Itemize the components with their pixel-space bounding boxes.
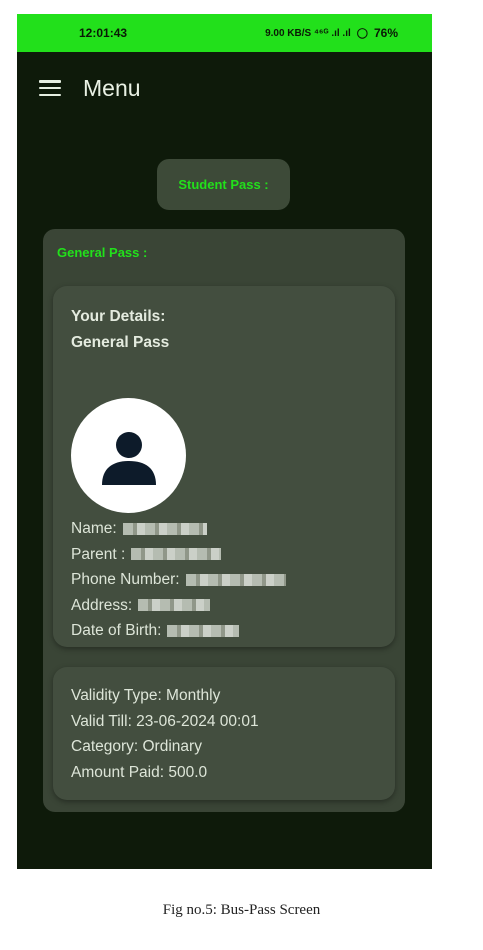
phone-label: Phone Number:	[71, 571, 180, 588]
phone-field: Phone Number:	[71, 567, 286, 593]
phone-screen: 12:01:43 9.00 KB/S ⁴⁶ᴳ .ıl .ıl ◯ 76% Men…	[17, 14, 432, 869]
parent-field: Parent :	[71, 542, 286, 568]
address-field: Address:	[71, 593, 286, 619]
name-field: Name:	[71, 516, 286, 542]
hamburger-icon[interactable]	[39, 80, 61, 96]
person-icon	[101, 431, 156, 485]
battery-icon: ◯	[356, 27, 368, 39]
valid-till: Valid Till: 23-06-2024 00:01	[71, 712, 259, 730]
status-indicators: 9.00 KB/S ⁴⁶ᴳ .ıl .ıl ◯ 76%	[265, 26, 398, 40]
address-label: Address:	[71, 596, 133, 614]
app-bar: Menu	[17, 52, 432, 124]
student-pass-button[interactable]: Student Pass :	[157, 159, 290, 210]
network-indicators: 9.00 KB/S ⁴⁶ᴳ .ıl .ıl	[265, 27, 351, 39]
amount-paid: Amount Paid: 500.0	[71, 763, 208, 781]
details-card: Your Details: General Pass Name: Parent …	[53, 286, 395, 647]
category: Category: Ordinary	[71, 738, 202, 755]
details-heading: Your Details: General Pass	[71, 304, 169, 356]
general-pass-card: General Pass : Your Details: General Pas…	[43, 229, 405, 812]
dob-redacted	[167, 624, 240, 637]
status-bar: 12:01:43 9.00 KB/S ⁴⁶ᴳ .ıl .ıl ◯ 76%	[17, 14, 432, 52]
app-bar-title: Menu	[83, 74, 141, 101]
avatar	[71, 398, 186, 513]
validity-fields: Validity Type: Monthly Valid Till: 23-06…	[71, 683, 259, 785]
name-redacted	[122, 522, 207, 535]
address-redacted	[138, 599, 211, 612]
details-heading-line2: General Pass	[71, 334, 170, 351]
general-pass-title: General Pass :	[57, 245, 148, 260]
status-time: 12:01:43	[79, 26, 128, 40]
parent-label: Parent :	[71, 545, 126, 563]
name-label: Name:	[71, 520, 117, 537]
phone-redacted	[185, 573, 286, 586]
personal-fields: Name: Parent : Phone Number: Address: Da…	[71, 516, 286, 644]
parent-redacted	[131, 548, 222, 561]
figure-caption: Fig no.5: Bus-Pass Screen	[162, 902, 321, 918]
battery-level: 76%	[373, 26, 398, 40]
dob-field: Date of Birth:	[71, 618, 286, 644]
details-heading-line1: Your Details:	[71, 308, 166, 325]
validity-card: Validity Type: Monthly Valid Till: 23-06…	[53, 667, 395, 800]
validity-type: Validity Type: Monthly	[71, 687, 221, 704]
dob-label: Date of Birth:	[71, 622, 162, 639]
